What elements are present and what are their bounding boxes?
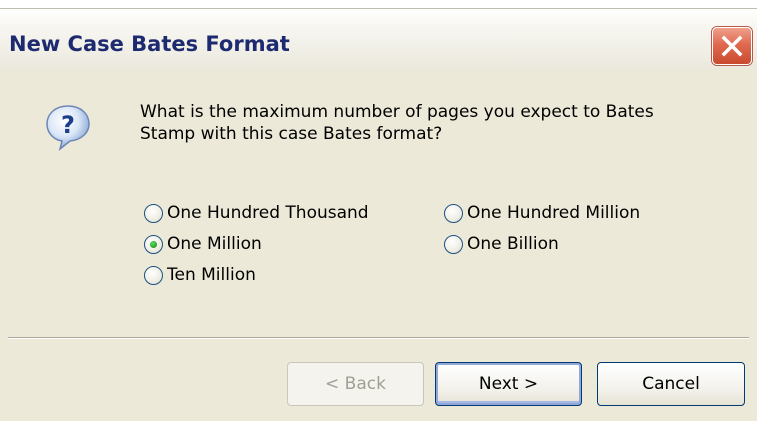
radio-one-million[interactable]: One Million [144, 231, 262, 257]
radio-one-hundred-million[interactable]: One Hundred Million [444, 200, 640, 226]
question-icon: ? [43, 102, 93, 152]
window-title: New Case Bates Format [9, 32, 290, 56]
radio-ten-million[interactable]: Ten Million [144, 262, 256, 288]
question-line-2: Stamp with this case Bates format? [140, 124, 443, 144]
radio-button-selected[interactable] [144, 234, 163, 254]
close-button[interactable] [712, 27, 752, 65]
svg-text:?: ? [61, 111, 75, 139]
radio-one-hundred-thousand[interactable]: One Hundred Thousand [144, 200, 369, 226]
title-bar[interactable]: New Case Bates Format [0, 8, 757, 69]
radio-button[interactable] [444, 203, 463, 223]
next-button[interactable]: Next > [435, 362, 582, 406]
radio-button[interactable] [144, 265, 163, 285]
question-line-1: What is the maximum number of pages you … [140, 102, 654, 122]
radio-button[interactable] [444, 234, 463, 254]
question-text: What is the maximum number of pages you … [140, 101, 740, 145]
radio-label: One Million [167, 234, 262, 254]
back-button[interactable]: < Back [287, 362, 424, 406]
radio-label: Ten Million [167, 265, 256, 285]
radio-button[interactable] [144, 203, 163, 223]
cancel-button[interactable]: Cancel [597, 362, 745, 406]
dialog-window: New Case Bates Format ? What is the maxi… [0, 0, 757, 421]
radio-label: One Billion [467, 234, 559, 254]
radio-one-billion[interactable]: One Billion [444, 231, 559, 257]
radio-label: One Hundred Thousand [167, 203, 369, 223]
button-separator [8, 337, 749, 339]
radio-label: One Hundred Million [467, 203, 641, 223]
window-top-edge [0, 0, 757, 8]
dialog-body: ? What is the maximum number of pages yo… [0, 69, 757, 421]
